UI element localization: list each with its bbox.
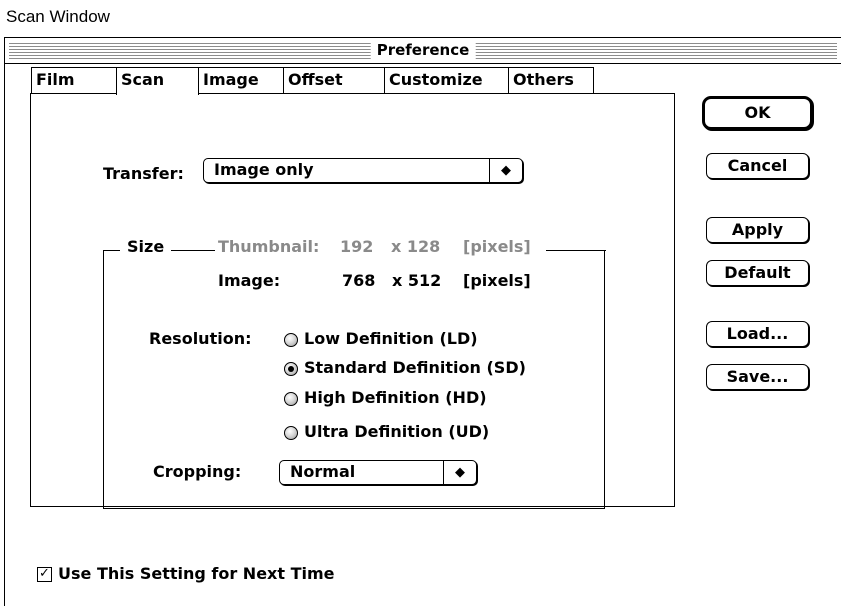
size-group-label: Size	[127, 237, 165, 256]
load-button[interactable]: Load...	[706, 321, 809, 347]
group-border-left	[103, 250, 120, 251]
radio-low-definition[interactable]	[284, 333, 298, 347]
radio-label-hd: High Definition (HD)	[304, 388, 487, 407]
image-width: 768	[342, 271, 376, 290]
resolution-label: Resolution:	[149, 329, 252, 348]
thumbnail-unit: [pixels]	[463, 237, 531, 256]
radio-high-definition[interactable]	[284, 392, 298, 406]
transfer-value: Image only	[214, 160, 314, 179]
radio-label-ld: Low Definition (LD)	[304, 329, 478, 348]
tab-customize[interactable]: Customize	[384, 67, 509, 94]
radio-ultra-definition[interactable]	[284, 426, 298, 440]
window-title: Preference	[370, 40, 476, 60]
title-bar[interactable]: Preference	[5, 38, 841, 64]
tab-others[interactable]: Others	[508, 67, 594, 94]
transfer-popup[interactable]: Image only ◆	[203, 158, 523, 183]
radio-label-sd: Standard Definition (SD)	[304, 358, 526, 377]
cancel-button[interactable]: Cancel	[706, 153, 809, 179]
radio-label-ud: Ultra Definition (UD)	[304, 422, 490, 441]
thumbnail-height: x 128	[391, 237, 441, 256]
use-setting-label: Use This Setting for Next Time	[58, 564, 335, 583]
radio-standard-definition[interactable]	[284, 362, 298, 376]
figure-caption: Scan Window	[6, 7, 110, 26]
cropping-label: Cropping:	[153, 462, 242, 481]
apply-button[interactable]: Apply	[706, 217, 809, 243]
use-setting-checkbox[interactable]: ✓	[37, 567, 52, 582]
image-unit: [pixels]	[463, 271, 531, 290]
ok-button[interactable]: OK	[702, 96, 813, 130]
updown-arrows-icon: ◆	[489, 159, 522, 182]
updown-arrows-icon: ◆	[443, 461, 476, 484]
group-border-mid	[171, 250, 215, 251]
cropping-value: Normal	[290, 462, 356, 481]
image-height: x 512	[392, 271, 442, 290]
tab-film[interactable]: Film	[31, 67, 117, 94]
thumbnail-label: Thumbnail:	[218, 237, 320, 256]
cropping-popup[interactable]: Normal ◆	[279, 460, 477, 485]
tab-scan[interactable]: Scan	[116, 67, 199, 95]
tab-image[interactable]: Image	[198, 67, 284, 94]
transfer-label: Transfer:	[103, 164, 184, 183]
save-button[interactable]: Save...	[706, 364, 809, 390]
tab-offset[interactable]: Offset	[283, 67, 385, 94]
default-button[interactable]: Default	[706, 260, 809, 286]
image-size-label: Image:	[218, 271, 281, 290]
thumbnail-width: 192	[340, 237, 374, 256]
group-border-right	[546, 250, 606, 251]
